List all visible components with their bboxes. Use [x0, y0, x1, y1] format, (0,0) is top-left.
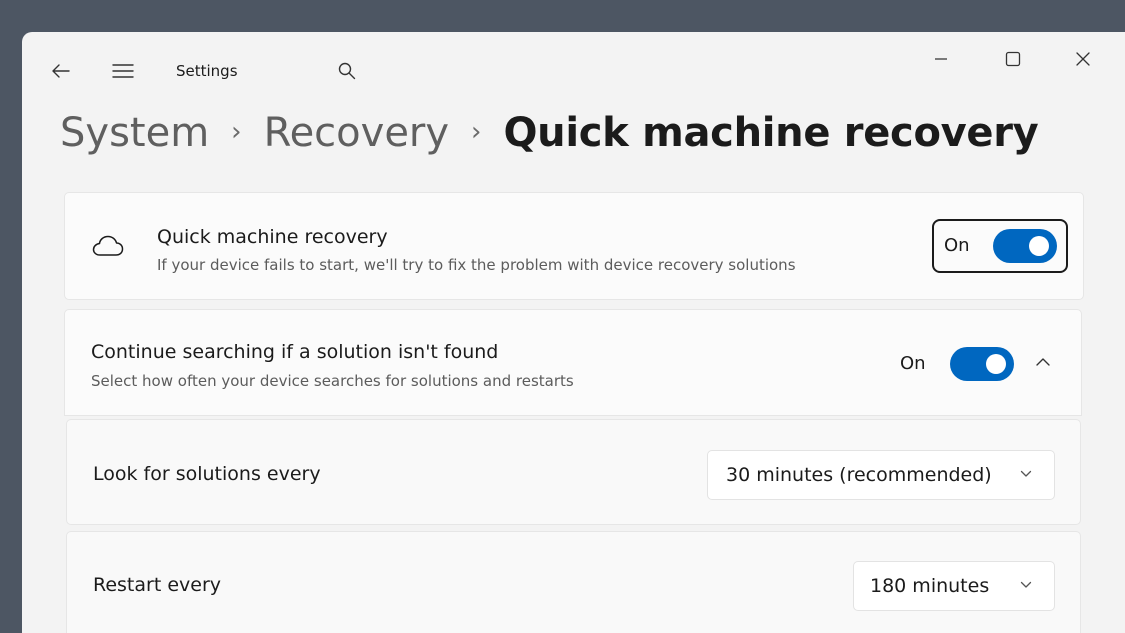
title-bar: Settings — [22, 32, 1125, 102]
continue-searching-card[interactable]: Continue searching if a solution isn't f… — [64, 309, 1082, 416]
app-title: Settings — [176, 62, 238, 80]
quick-machine-recovery-card: Quick machine recovery If your device fa… — [64, 192, 1084, 300]
look-for-solutions-label: Look for solutions every — [93, 463, 321, 485]
look-for-solutions-card: Look for solutions every 30 minutes (rec… — [66, 419, 1081, 525]
toggle-state-label: On — [900, 353, 926, 374]
continue-searching-description: Select how often your device searches fo… — [91, 372, 574, 390]
close-icon — [1076, 52, 1090, 66]
search-icon — [338, 62, 356, 80]
breadcrumb-recovery[interactable]: Recovery — [264, 110, 449, 156]
page-title: Quick machine recovery — [503, 110, 1039, 156]
close-button[interactable] — [1062, 44, 1104, 74]
toggle-knob — [1029, 236, 1049, 256]
dropdown-selected-value: 30 minutes (recommended) — [726, 464, 992, 486]
chevron-down-icon — [1020, 581, 1032, 588]
continue-searching-toggle[interactable] — [950, 347, 1014, 381]
hamburger-menu-icon — [112, 64, 134, 78]
back-arrow-icon — [52, 64, 70, 78]
cloud-icon — [92, 235, 124, 256]
search-button[interactable] — [332, 56, 362, 86]
maximize-icon — [1005, 51, 1021, 67]
chevron-up-icon[interactable] — [1035, 357, 1051, 367]
maximize-button[interactable] — [992, 44, 1034, 74]
quick-machine-recovery-title: Quick machine recovery — [157, 226, 388, 248]
quick-machine-recovery-description: If your device fails to start, we'll try… — [157, 256, 796, 274]
back-button[interactable] — [46, 56, 76, 86]
breadcrumb-separator: › — [471, 117, 482, 147]
toggle-knob — [986, 354, 1006, 374]
restart-every-dropdown[interactable]: 180 minutes — [853, 561, 1055, 611]
quick-machine-recovery-toggle-group[interactable]: On — [932, 219, 1068, 273]
minimize-icon — [935, 58, 947, 60]
continue-searching-title: Continue searching if a solution isn't f… — [91, 341, 499, 363]
chevron-down-icon — [1020, 470, 1032, 477]
toggle-state-label: On — [944, 235, 970, 256]
minimize-button[interactable] — [920, 44, 962, 74]
breadcrumb: System › Recovery › Quick machine recove… — [60, 110, 1039, 156]
breadcrumb-system[interactable]: System — [60, 110, 209, 156]
restart-every-card: Restart every 180 minutes — [66, 531, 1081, 633]
breadcrumb-separator: › — [231, 117, 242, 147]
restart-every-label: Restart every — [93, 574, 222, 596]
navigation-menu-button[interactable] — [106, 56, 140, 86]
quick-machine-recovery-toggle[interactable] — [993, 229, 1057, 263]
look-for-solutions-dropdown[interactable]: 30 minutes (recommended) — [707, 450, 1055, 500]
settings-window: Settings System › Recovery › Quick machi… — [22, 32, 1125, 633]
dropdown-selected-value: 180 minutes — [870, 575, 990, 597]
